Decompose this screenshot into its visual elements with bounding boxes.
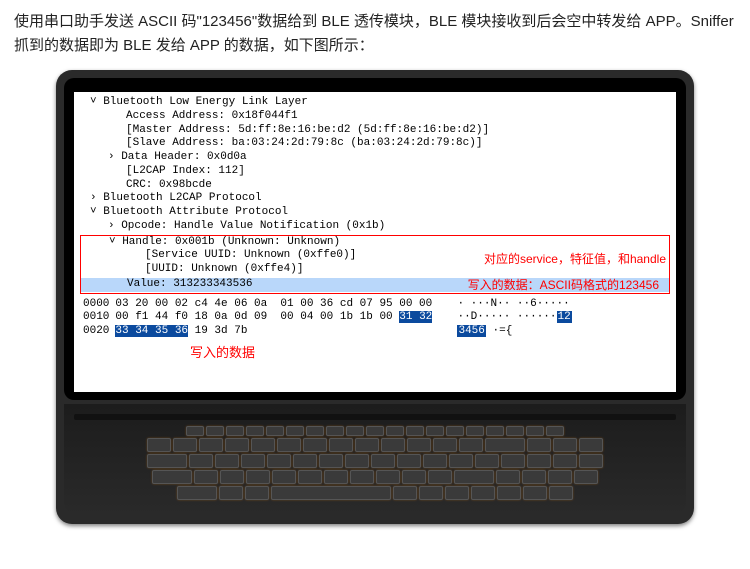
annotation-bottom: 写入的数据 (80, 345, 670, 361)
hex-bytes: 00 f1 44 f0 18 0a 0d 09 00 04 00 1b 1b 0… (112, 311, 435, 325)
hex-row-1: 0010 00 f1 44 f0 18 0a 0d 09 00 04 00 1b… (80, 311, 575, 325)
instruction-text: 使用串口助手发送 ASCII 码"123456"数据给到 BLE 透传模块，BL… (0, 0, 750, 62)
hex-offset: 0000 (80, 298, 112, 312)
tree-value-row: Value: 313233343536 写入的数据：ASCII码格式的12345… (81, 278, 669, 292)
hex-ascii: · ···N·· ··6····· (454, 298, 574, 312)
tree-crc: CRC: 0x98bcde (80, 179, 670, 193)
hex-bytes: 03 20 00 02 c4 4e 06 0a 01 00 36 cd 07 9… (112, 298, 435, 312)
tree-l2cap-index: [L2CAP Index: 112] (80, 165, 670, 179)
hex-ascii: ··D····· ······12 (454, 311, 574, 325)
annotation-service: 对应的service，特征值，和handle (484, 252, 666, 267)
tree-value: Value: 313233343536 (81, 278, 252, 290)
laptop-bezel: ˅ Bluetooth Low Energy Link Layer Access… (64, 78, 686, 400)
tree-ble-ll: ˅ Bluetooth Low Energy Link Layer (80, 96, 670, 110)
tree-data-header: › Data Header: 0x0d0a (80, 151, 670, 165)
tree-att-protocol: ˅ Bluetooth Attribute Protocol (80, 206, 670, 220)
sniffer-window: ˅ Bluetooth Low Energy Link Layer Access… (74, 92, 676, 392)
tree-opcode: › Opcode: Handle Value Notification (0x1… (80, 220, 670, 234)
hex-row-0: 0000 03 20 00 02 c4 4e 06 0a 01 00 36 cd… (80, 298, 575, 312)
hex-offset: 0020 (80, 325, 112, 339)
hex-offset: 0010 (80, 311, 112, 325)
hex-dump: 0000 03 20 00 02 c4 4e 06 0a 01 00 36 cd… (80, 298, 575, 339)
tree-master-address: [Master Address: 5d:ff:8e:16:be:d2 (5d:f… (80, 124, 670, 138)
hex-row-2: 0020 33 34 35 36 19 3d 7b 3456 ·={ (80, 325, 575, 339)
hex-bytes: 33 34 35 36 19 3d 7b (112, 325, 435, 339)
annotation-write: 写入的数据：ASCII码格式的123456 (468, 278, 659, 293)
tree-handle: ˅ Handle: 0x001b (Unknown: Unknown) (81, 236, 669, 250)
laptop-keyboard (64, 404, 686, 516)
tree-slave-address: [Slave Address: ba:03:24:2d:79:8c (ba:03… (80, 137, 670, 151)
tree-access-address: Access Address: 0x18f044f1 (80, 110, 670, 124)
hex-ascii: 3456 ·={ (454, 325, 574, 339)
tree-l2cap-protocol: › Bluetooth L2CAP Protocol (80, 192, 670, 206)
laptop-frame: ˅ Bluetooth Low Energy Link Layer Access… (56, 70, 694, 524)
